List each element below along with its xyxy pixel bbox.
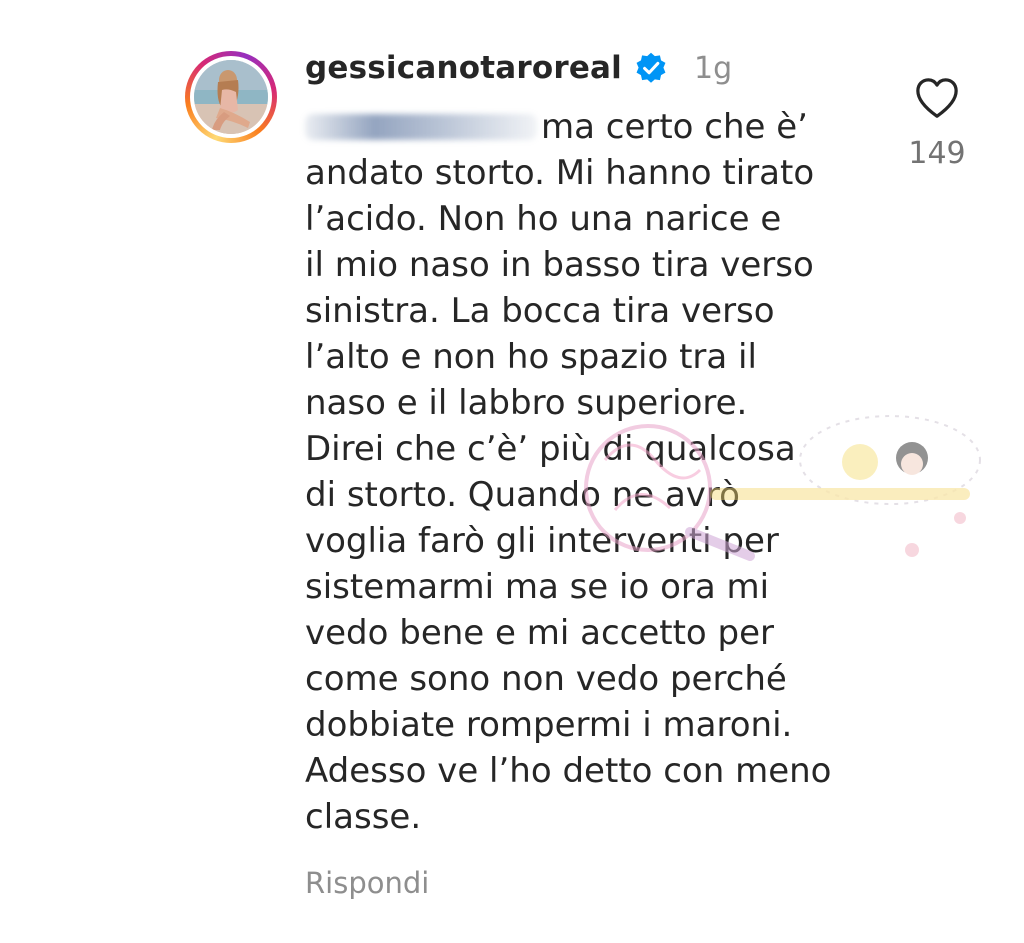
like-count: 149 bbox=[908, 136, 966, 171]
blurred-mention bbox=[305, 114, 537, 140]
heart-outline-icon[interactable] bbox=[914, 76, 960, 120]
comment-text: ma certo che è’ andato storto. Mi hanno … bbox=[305, 104, 895, 840]
comment: gessicanotaroreal 1g ma certo che è’ and… bbox=[0, 0, 1024, 943]
avatar-border bbox=[190, 56, 272, 138]
verified-badge-icon bbox=[634, 51, 668, 85]
username[interactable]: gessicanotaroreal bbox=[305, 50, 622, 86]
avatar[interactable] bbox=[185, 51, 277, 143]
comment-header: gessicanotaroreal 1g bbox=[305, 46, 732, 90]
comment-text-rest: andato storto. Mi hanno tirato l’acido. … bbox=[305, 153, 832, 837]
comment-text-start: ma certo che è’ bbox=[541, 107, 808, 147]
avatar-photo bbox=[194, 60, 268, 134]
reply-button[interactable]: Rispondi bbox=[305, 866, 429, 900]
comment-time: 1g bbox=[694, 50, 733, 86]
like-area: 149 bbox=[902, 76, 972, 171]
